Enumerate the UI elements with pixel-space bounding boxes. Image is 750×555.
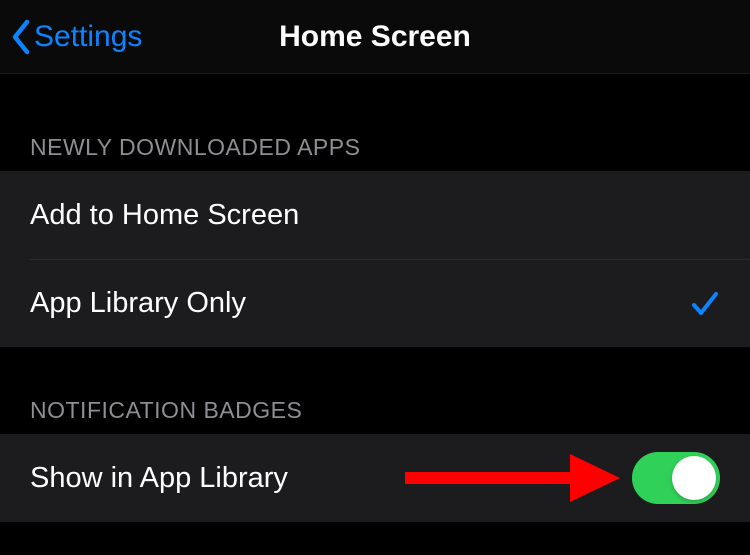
option-label: Add to Home Screen (30, 199, 299, 232)
section-header-notification-badges: NOTIFICATION BADGES (0, 347, 750, 434)
chevron-left-icon (10, 19, 32, 55)
toggle-show-in-app-library[interactable] (632, 452, 720, 504)
option-app-library-only[interactable]: App Library Only (30, 259, 750, 347)
back-button[interactable]: Settings (0, 0, 142, 73)
nav-bar: Settings Home Screen (0, 0, 750, 74)
checkmark-icon (690, 289, 720, 319)
option-add-to-home-screen[interactable]: Add to Home Screen (0, 171, 750, 259)
toggle-knob (672, 456, 716, 500)
toggle-label: Show in App Library (30, 462, 288, 495)
list-group-newly-downloaded: Add to Home Screen App Library Only (0, 171, 750, 347)
section-header-newly-downloaded: NEWLY DOWNLOADED APPS (0, 74, 750, 171)
row-show-in-app-library[interactable]: Show in App Library (0, 434, 750, 522)
page-title: Home Screen (279, 20, 471, 54)
back-label: Settings (34, 20, 142, 54)
option-label: App Library Only (30, 287, 246, 320)
list-group-notification-badges: Show in App Library (0, 434, 750, 522)
